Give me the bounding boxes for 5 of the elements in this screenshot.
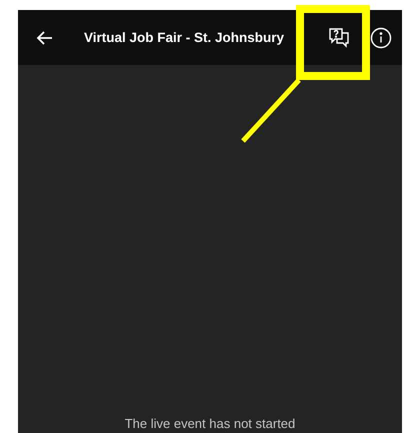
page-title: Virtual Job Fair - St. Johnsbury: [84, 30, 286, 45]
back-arrow-icon: [36, 28, 54, 46]
status-message: The live event has not started: [124, 416, 296, 431]
info-icon: [370, 26, 392, 48]
question-chat-icon: [328, 26, 350, 48]
